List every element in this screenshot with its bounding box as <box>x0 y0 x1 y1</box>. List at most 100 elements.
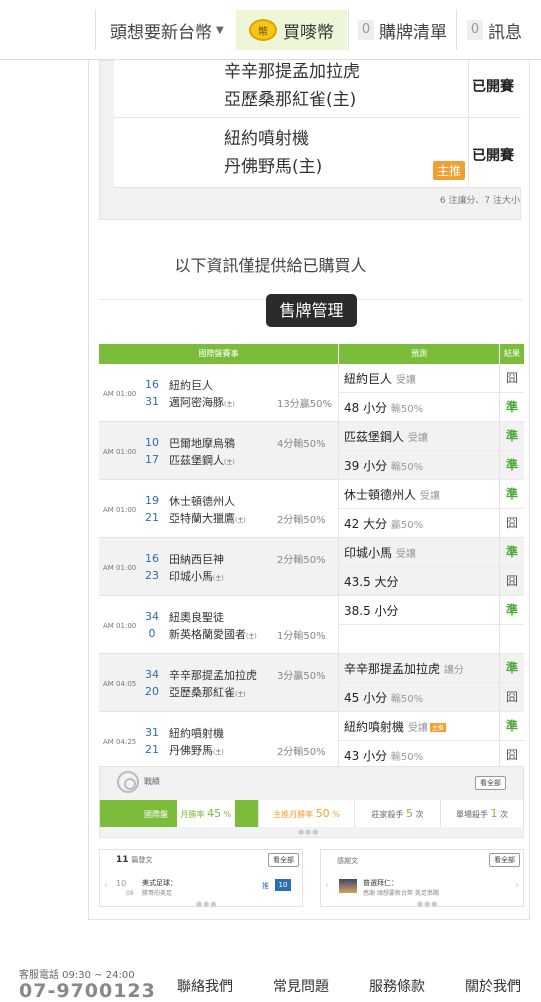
home-team: 新英格蘭愛國者(主) <box>169 626 257 642</box>
recommend-badge: 推 <box>262 882 269 890</box>
prediction-type: 受讓 <box>407 723 428 734</box>
team-name: 辛辛那提孟加拉虎 <box>224 62 360 82</box>
thanks-view-all-button[interactable]: 看全部 <box>489 853 520 867</box>
prediction-text: 紐約噴射機 受讓 主推 <box>344 718 446 735</box>
stat-unit: % <box>223 810 232 819</box>
stat-main-pick-win-rate: 主推月勝率 50 % <box>259 800 355 827</box>
team-number: 21 <box>145 511 159 524</box>
home-marker: (主) <box>224 459 235 466</box>
game-status: 已開賽 <box>472 148 514 164</box>
record-view-all-button[interactable]: 看全部 <box>475 776 506 790</box>
chevron-right-icon[interactable]: › <box>515 880 519 891</box>
footer-link-terms[interactable]: 服務條款 <box>369 976 425 996</box>
post-title[interactable]: 美式足球： <box>142 878 177 888</box>
team-number: 16 <box>145 552 159 565</box>
home-marker: (主) <box>235 691 246 698</box>
posts-heading: 11 篇發文 <box>116 855 152 865</box>
coin-icon: 幣 <box>249 19 277 41</box>
away-team: 休士頓德州人 <box>169 495 235 508</box>
buy-coin-button[interactable]: 幣 買嘜幣 <box>236 10 347 50</box>
main-pick-tag: 主推 <box>429 723 446 732</box>
footer-link-about[interactable]: 關於我們 <box>465 976 521 996</box>
team-number: 19 <box>145 494 159 507</box>
team-number: 31 <box>145 395 159 408</box>
home-team: 印城小馬(主) <box>169 568 224 584</box>
team-name: 紐約噴射機 <box>224 129 309 149</box>
prediction-cell: 43.5 大分 <box>338 567 499 596</box>
posts-view-all-button[interactable]: 看全部 <box>268 853 299 867</box>
prediction-pick: 48 小分 <box>344 401 388 415</box>
prediction-cell: 45 小分 輸50% <box>338 683 499 712</box>
pagination-dots: ●●● <box>196 900 218 908</box>
service-phone[interactable]: 07-9700123 <box>19 980 156 1002</box>
picks-summary: 6 注讓分、7 注大小 <box>439 196 520 206</box>
cart-button[interactable]: 0 購牌清單 <box>358 10 447 50</box>
avatar <box>339 879 357 893</box>
posts-count: 11 <box>116 855 129 865</box>
away-team: 紐約巨人 <box>169 379 213 392</box>
prediction-type: 受讓 <box>407 433 428 444</box>
prediction-text: 匹茲堡鋼人 受讓 <box>344 428 428 445</box>
prediction-text: 紐約巨人 受讓 <box>344 370 416 387</box>
table-row: AM 04:25 31 21 紐約噴射機 丹佛野馬(主) 2分輸50% 紐約噴射機 受讓 主推… <box>99 712 524 770</box>
message-count-badge: 0 <box>467 20 483 40</box>
divider <box>456 10 457 50</box>
prediction-pick: 38.5 小分 <box>344 604 399 618</box>
team-number: 0 <box>148 627 156 640</box>
post-month: 08 <box>126 890 134 897</box>
prediction-pick: 43.5 大分 <box>344 575 399 589</box>
prediction-pick: 42 大分 <box>344 517 388 531</box>
team-name: 印城小馬 <box>169 570 213 583</box>
prediction-cell: 39 小分 輸50% <box>338 451 499 480</box>
post-day: 10 <box>116 879 127 888</box>
game-time: AM 01:00 <box>103 564 137 572</box>
chevron-left-icon[interactable]: ‹ <box>325 880 329 891</box>
prediction-text: 38.5 小分 <box>344 602 399 619</box>
posts-label: 篇發文 <box>131 856 153 864</box>
handicap-line: 1分輸50% <box>277 631 326 642</box>
footer-link-faq[interactable]: 常見問題 <box>273 976 329 996</box>
prediction-cell: 48 小分 輸50% <box>338 393 499 422</box>
stat-unit: 次 <box>415 810 424 819</box>
prediction-pick: 45 小分 <box>344 691 388 705</box>
prediction-text: 辛辛那提孟加拉虎 讓分 <box>344 660 464 677</box>
result-cell: 準 <box>499 393 524 422</box>
user-menu[interactable]: 頭想要新台幣 ▼ <box>110 10 224 50</box>
home-marker: (主) <box>224 401 235 408</box>
result-cell <box>499 625 524 654</box>
table-row: AM 01:00 16 23 田納西巨神 印城小馬(主) 2分輸50% 印城小馬 受讓 43.… <box>99 538 524 596</box>
team-number: 34 <box>145 610 159 623</box>
stat-value: 45 <box>207 807 222 820</box>
service-hours: 客服電話 09:30 ~ 24:00 <box>19 970 135 981</box>
team-name: 亞特蘭大獵鷹 <box>169 512 235 525</box>
team-name: 丹佛野馬(主) <box>224 157 323 177</box>
home-team: 邁阿密海豚(主) <box>169 394 235 410</box>
team-name: 匹茲堡鋼人 <box>169 454 224 467</box>
prediction-pick: 紐約噴射機 <box>344 720 405 734</box>
user-name: 頭想要新台幣 <box>110 22 212 43</box>
home-team: 亞歷桑那紅雀(主) <box>169 684 246 700</box>
prediction-cell: 辛辛那提孟加拉虎 讓分 <box>338 654 499 683</box>
handicap-line: 2分輸50% <box>277 747 326 758</box>
home-marker: (主) <box>213 749 224 756</box>
chevron-left-icon[interactable]: ‹ <box>104 880 108 891</box>
footer-link-contact[interactable]: 聯絡我們 <box>177 976 233 996</box>
team-name: 亞歷桑那紅雀(主) <box>224 90 357 110</box>
messages-button[interactable]: 0 訊息 <box>467 10 522 50</box>
prediction-cell: 38.5 小分 <box>338 596 499 625</box>
result-cell: 囧 <box>499 567 524 596</box>
game-time: AM 04:25 <box>103 738 137 746</box>
thanks-author[interactable]: 普選拜仁： <box>363 878 398 888</box>
thanks-text: 感謝 頭想要新台幣 美足串關 <box>363 890 439 897</box>
home-marker: (主) <box>213 575 224 582</box>
tab-international[interactable]: 國際盤 月勝率 45 % <box>100 800 259 827</box>
prediction-pick: 43 小分 <box>344 749 388 763</box>
prediction-cell: 紐約巨人 受讓 <box>338 364 499 393</box>
team-name: 新英格蘭愛國者 <box>169 628 246 641</box>
away-team: 巴爾地摩烏鴉 <box>169 437 235 450</box>
result-cell: 囧 <box>499 364 524 393</box>
thanks-card: 感謝文 看全部 ‹ 普選拜仁： 感謝 頭想要新台幣 美足串關 › ●●● <box>320 849 524 908</box>
sell-management-button[interactable]: 售牌管理 <box>266 294 357 327</box>
result-cell: 準 <box>499 712 524 741</box>
team-number: 16 <box>145 378 159 391</box>
